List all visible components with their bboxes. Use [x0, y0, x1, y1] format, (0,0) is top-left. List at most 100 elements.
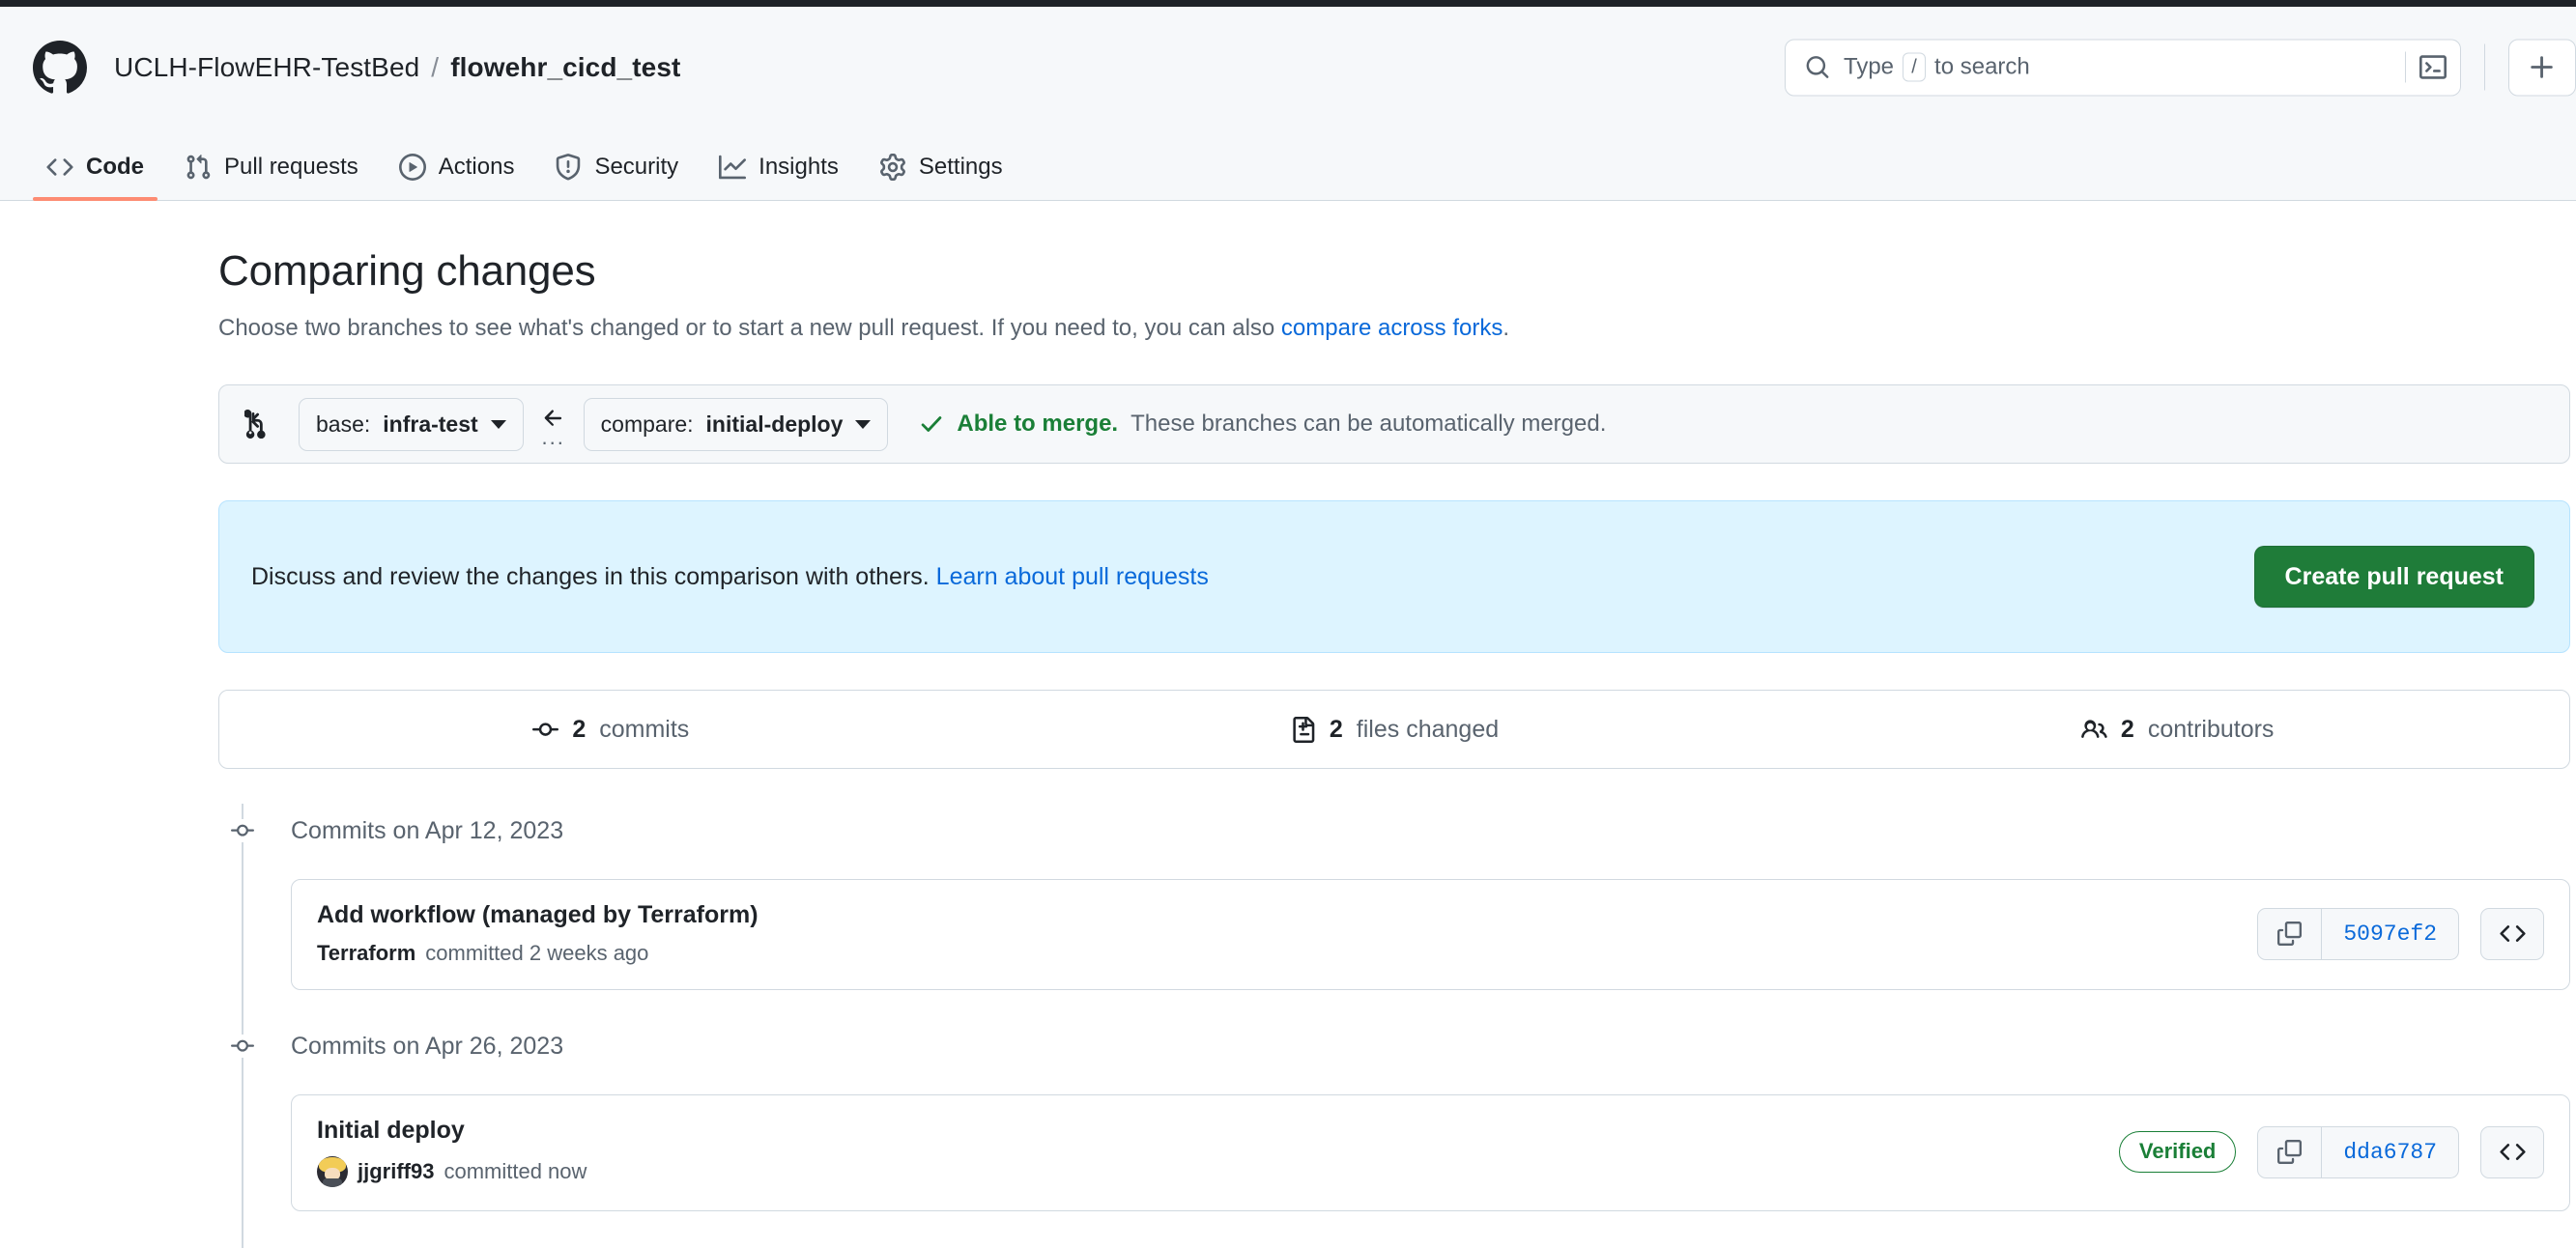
commit-group-date: Commits on Apr 12, 2023	[291, 816, 564, 844]
stat-commits-label: commits	[599, 715, 690, 743]
global-header: UCLH-FlowEHR-TestBed / flowehr_cicd_test…	[0, 7, 2576, 128]
compare-ellipsis: ...	[541, 425, 565, 449]
commit-row: Initial deploy jjgriff93 committed now V…	[291, 1094, 2570, 1211]
commit-group: Commits on Apr 12, 2023 Add workflow (ma…	[218, 804, 2570, 990]
compare-branch-name: initial-deploy	[705, 411, 844, 437]
commit-info: Add workflow (managed by Terraform) Terr…	[317, 901, 758, 966]
header-actions: Type / to search	[1785, 39, 2576, 96]
commit-group-header: Commits on Apr 26, 2023	[218, 1019, 2570, 1073]
page-subtitle-text: Choose two branches to see what's change…	[218, 315, 1281, 341]
status-badge[interactable]: Verified	[2118, 1131, 2237, 1173]
stat-contributors-label: contributors	[2147, 715, 2275, 743]
commit-author[interactable]: jjgriff93	[358, 1159, 434, 1184]
base-branch-dropdown[interactable]: base: infra-test	[299, 397, 524, 451]
merge-status: Able to merge. These branches can be aut…	[919, 411, 1606, 438]
commit-node-icon	[231, 819, 254, 842]
nav-item-code[interactable]: Code	[33, 154, 157, 201]
commit-meta: jjgriff93 committed now	[317, 1156, 587, 1187]
commit-sha-group: 5097ef2	[2257, 907, 2459, 960]
avatar-body	[323, 1178, 342, 1187]
breadcrumb-owner[interactable]: UCLH-FlowEHR-TestBed	[114, 52, 419, 83]
commit-group: Commits on Apr 26, 2023 Initial deploy j…	[218, 1019, 2570, 1211]
file-diff-icon	[1290, 716, 1316, 743]
stat-files-changed[interactable]: 2 files changed	[1003, 716, 1787, 744]
browse-repository-button[interactable]	[2480, 907, 2544, 960]
stat-contributors[interactable]: 2 contributors	[1786, 716, 2569, 744]
nav-item-pull-requests[interactable]: Pull requests	[171, 154, 372, 200]
commit-node-icon	[231, 1035, 254, 1058]
base-branch-name: infra-test	[383, 411, 478, 437]
commit-title[interactable]: Initial deploy	[317, 1117, 587, 1145]
search-input[interactable]: Type / to search	[1785, 39, 2461, 96]
commit-info: Initial deploy jjgriff93 committed now	[317, 1117, 587, 1187]
git-compare-icon	[243, 410, 273, 440]
commit-group-header: Commits on Apr 12, 2023	[218, 804, 2570, 858]
nav-item-security[interactable]: Security	[541, 154, 692, 200]
commit-sha-group: dda6787	[2257, 1125, 2459, 1178]
merge-status-detail: These branches can be automatically merg…	[1131, 411, 1607, 437]
search-icon	[1805, 55, 1830, 80]
stat-commits[interactable]: 2 commits	[219, 716, 1003, 744]
commit-timestamp: committed now	[444, 1159, 587, 1183]
nav-item-actions[interactable]: Actions	[386, 154, 529, 200]
create-pull-request-button[interactable]: Create pull request	[2253, 546, 2534, 608]
code-icon	[46, 154, 73, 181]
base-branch-prefix: base:	[316, 411, 371, 437]
compare-branch-dropdown[interactable]: compare: initial-deploy	[583, 397, 889, 451]
page-subtitle-end: .	[1503, 315, 1509, 341]
browse-repository-button[interactable]	[2480, 1125, 2544, 1178]
search-placeholder-suffix: to search	[1934, 53, 2030, 80]
comparison-stats-bar: 2 commits 2 files changed 2 contributors	[218, 690, 2570, 769]
graph-icon	[719, 154, 747, 181]
compare-branch-prefix: compare:	[600, 411, 694, 437]
commit-sha[interactable]: 5097ef2	[2322, 909, 2458, 959]
commits-timeline: Commits on Apr 12, 2023 Add workflow (ma…	[218, 804, 2570, 1248]
nav-label-pull-requests: Pull requests	[224, 154, 358, 180]
check-icon	[919, 411, 944, 437]
commit-actions: 5097ef2	[2257, 907, 2544, 960]
people-icon	[2081, 717, 2107, 743]
search-placeholder-prefix: Type	[1844, 53, 1895, 80]
compare-panels: base: infra-test ... compare: initial-de…	[218, 384, 2576, 769]
copy-icon[interactable]	[2258, 1126, 2323, 1177]
pull-request-banner: Discuss and review the changes in this c…	[218, 500, 2570, 653]
stat-commits-count: 2	[572, 715, 587, 743]
search-placeholder: Type / to search	[1844, 52, 2391, 82]
learn-about-pull-requests-link[interactable]: Learn about pull requests	[936, 563, 1209, 590]
nav-label-actions: Actions	[438, 154, 515, 180]
commit-group-date: Commits on Apr 26, 2023	[291, 1032, 564, 1060]
avatar[interactable]	[317, 1156, 348, 1187]
stat-files-count: 2	[1329, 715, 1343, 743]
terminal-icon[interactable]	[2419, 54, 2447, 81]
branch-selection-bar: base: infra-test ... compare: initial-de…	[218, 384, 2570, 464]
page-title: Comparing changes	[218, 247, 596, 295]
slash-key-badge: /	[1903, 52, 1927, 82]
breadcrumb: UCLH-FlowEHR-TestBed / flowehr_cicd_test	[114, 52, 680, 83]
nav-label-insights: Insights	[758, 154, 839, 180]
commit-sha[interactable]: dda6787	[2322, 1127, 2458, 1177]
breadcrumb-separator: /	[431, 51, 440, 82]
plus-icon	[2531, 56, 2553, 78]
repo-nav: Code Pull requests Actions Security Insi…	[0, 128, 2576, 201]
code-icon	[2499, 1144, 2526, 1160]
nav-item-insights[interactable]: Insights	[705, 154, 852, 200]
banner-text: Discuss and review the changes in this c…	[251, 563, 1209, 591]
search-divider	[2405, 51, 2406, 83]
nav-item-settings[interactable]: Settings	[866, 154, 1016, 200]
github-logo-icon[interactable]	[33, 40, 87, 95]
nav-label-security: Security	[594, 154, 679, 180]
commit-timestamp: committed 2 weeks ago	[425, 941, 649, 965]
commit-icon	[532, 717, 559, 743]
create-new-button[interactable]	[2508, 39, 2576, 96]
compare-across-forks-link[interactable]: compare across forks	[1281, 315, 1503, 341]
play-circle-icon	[398, 154, 426, 181]
chevron-down-icon	[490, 419, 506, 429]
copy-icon[interactable]	[2258, 908, 2323, 959]
header-divider	[2484, 43, 2485, 91]
code-icon	[2499, 925, 2526, 942]
breadcrumb-repo[interactable]: flowehr_cicd_test	[450, 52, 680, 83]
nav-label-code: Code	[86, 154, 144, 180]
page-subtitle: Choose two branches to see what's change…	[218, 315, 2576, 342]
commit-title[interactable]: Add workflow (managed by Terraform)	[317, 901, 758, 929]
commit-author[interactable]: Terraform	[317, 941, 415, 966]
